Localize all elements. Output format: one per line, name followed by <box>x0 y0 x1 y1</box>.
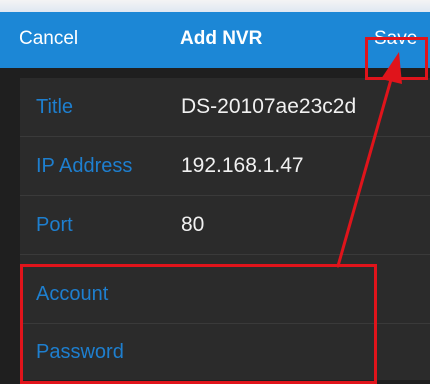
annotation-arrow <box>336 52 402 268</box>
arrow-head <box>381 52 402 84</box>
arrow-shaft <box>336 74 394 268</box>
